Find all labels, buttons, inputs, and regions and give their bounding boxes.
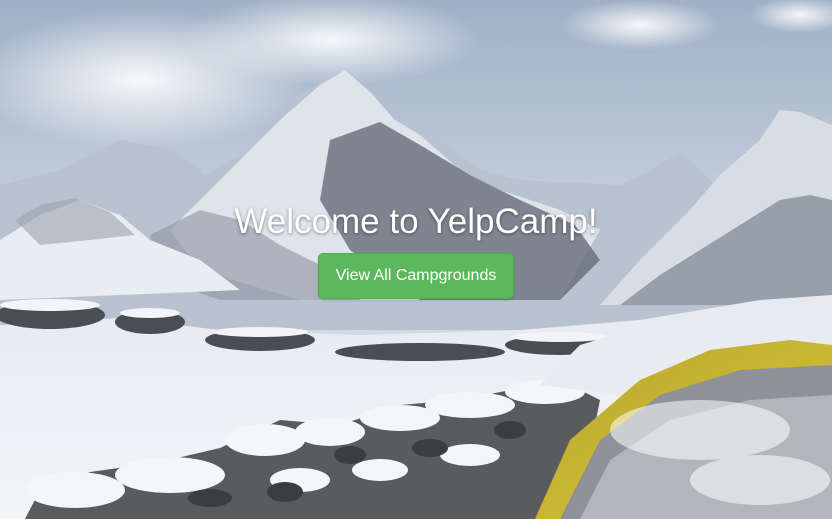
view-all-campgrounds-button[interactable]: View All Campgrounds: [317, 253, 515, 299]
hero-content: Welcome to YelpCamp! View All Campground…: [0, 0, 832, 519]
page-title: Welcome to YelpCamp!: [234, 202, 598, 241]
landing-hero: Welcome to YelpCamp! View All Campground…: [0, 0, 832, 519]
